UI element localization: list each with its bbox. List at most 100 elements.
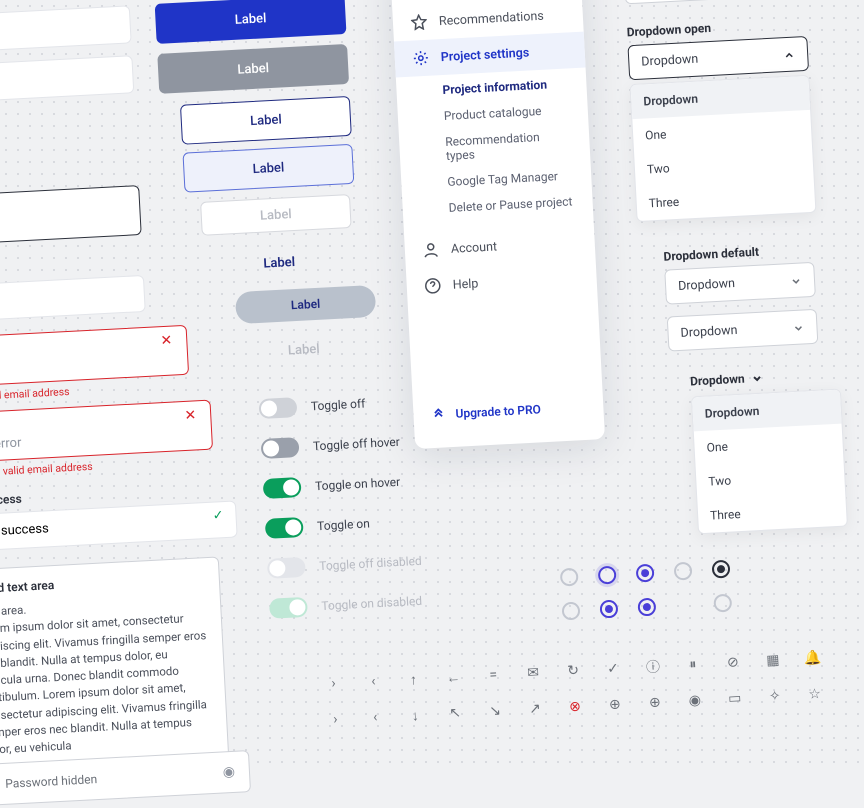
toggle-on[interactable] [265,517,304,539]
arrow-up-left-icon: ↖ [447,705,464,722]
dropdown[interactable]: Dropdown [623,0,805,4]
arrow-down-icon: ↓ [407,707,424,724]
toggle-off-disabled [267,557,306,579]
textarea-body: Text area. Lorem ipsum dolor sit amet, c… [0,592,214,759]
button-label: Label [252,160,284,177]
radio-selected[interactable] [599,600,618,619]
radio[interactable] [560,568,579,587]
bell-icon: 🔔 [804,650,821,667]
toggle-row: Toggle off [258,391,413,419]
clear-icon[interactable]: ✕ [160,333,173,350]
arrow-left-icon: ← [445,669,462,686]
info-icon: ⓘ [645,658,662,675]
dropdown-value: Dropdown [641,52,699,70]
dropdown-option[interactable]: Three [697,492,847,534]
arrow-up-icon: ↑ [405,671,422,688]
icon-grid: › ‹ ↑ ← = ✉ ↻ ✓ ⓘ ⏸ ⊘ ▦ 🔔 › ‹ ↓ ↖ ↘ ↗ ⊗ … [325,649,847,728]
map-icon: ▭ [726,690,743,707]
arrow-up-right-icon: ↗ [527,701,544,718]
button-slim[interactable]: Label [235,285,376,324]
toggle-off[interactable] [258,397,297,419]
toggle-label: Toggle on [317,516,370,533]
link-label[interactable]: Label [263,255,295,272]
gear-icon [412,50,429,67]
sidebar-label: Project settings [440,45,529,65]
radio[interactable] [562,602,581,621]
button-gray[interactable]: Label [157,44,349,94]
toggle-row: Toggle off disabled [267,551,422,579]
radio-selected[interactable] [636,564,655,583]
dropdown-value: Dropdown [678,276,736,294]
toggle-label: Toggle off hover [313,435,400,454]
sidebar-label: Account [450,239,497,256]
close-circle-icon: ⊗ [567,699,584,716]
dropdown-label: Dropdown open [626,16,806,39]
clear-icon[interactable]: ✕ [184,407,197,424]
mail-icon: ✉ [525,665,542,682]
button-outline[interactable]: Label [180,96,352,145]
sidebar-label: Help [452,276,478,292]
plus-circle-icon: ⊕ [647,694,664,711]
dropdown-open[interactable]: Dropdown [627,36,809,80]
toggle-on-hover[interactable] [263,477,302,499]
help-icon [424,277,441,294]
password-label: Password hidden [5,772,98,791]
input-field[interactable] [0,55,134,105]
compass-icon: ✧ [766,688,783,705]
check-icon: ✓ [212,508,224,524]
pause-icon: ⏸ [685,656,702,673]
arrow-down-right-icon: ↘ [487,703,504,720]
radio[interactable] [713,594,732,613]
chevron-down-icon [750,372,763,385]
field-value: Filled - success [0,521,49,541]
button-outline-light[interactable]: Label [182,144,354,193]
button-label: Label [234,11,266,28]
link-disabled: Label [288,342,320,359]
dropdown-label: Dropdown [690,372,745,389]
dropdown[interactable]: Dropdown [667,309,819,352]
toggle-row: Toggle off hover [261,431,416,459]
button-primary[interactable]: Label [155,0,347,44]
radio-selected[interactable] [712,560,731,579]
chevron-left-icon: ‹ [367,709,384,726]
input-field-success[interactable]: ✓ Filled - success [0,500,238,552]
chevron-up-icon [783,48,796,61]
chevron-left-icon: ‹ [365,673,382,690]
radio[interactable] [674,562,693,581]
equals-icon: = [485,667,502,684]
dropdown-panel: Dropdown One Two Three [630,75,817,222]
input-field[interactable]: ut field put field [0,185,142,247]
star-icon [411,14,428,31]
toggle-label: Toggle off disabled [319,554,422,573]
toggle-row: Toggle on disabled [269,591,424,619]
input-field[interactable]: nput field [0,275,146,324]
upgrade-label: Upgrade to PRO [455,402,541,420]
toggle-label: Toggle on disabled [321,594,422,613]
toggle-off-hover[interactable] [261,437,300,459]
button-disabled: Label [200,194,352,236]
star-icon: ☆ [806,686,823,703]
refresh-icon: ↻ [565,663,582,680]
radio-selected[interactable] [637,598,656,617]
chevron-right-icon: › [325,675,342,692]
check-icon: ✓ [605,661,622,678]
toggle-row: Toggle on [265,511,420,539]
eye-icon[interactable]: ◉ [222,764,235,781]
sidebar-menu: Dashboard Recommendations Project settin… [390,0,605,449]
eye-icon: ◉ [686,692,703,709]
textarea[interactable]: Filled text area Text area. Lorem ipsum … [0,556,229,773]
input-field[interactable] [0,5,132,55]
button-label: Label [250,112,282,129]
user-icon [422,241,439,258]
dropdown-inline[interactable]: Dropdown [690,367,841,389]
grid-icon: ▦ [764,652,781,669]
toggle-on-disabled [269,597,308,619]
button-label: Label [237,61,269,78]
toggle-label: Toggle off [311,397,366,414]
chevron-right-icon: › [327,711,344,728]
upgrade-link[interactable]: Upgrade to PRO [412,385,604,437]
textarea-label: Filled text area [0,570,205,596]
radio-hover[interactable] [598,566,617,585]
toggle-label: Toggle on hover [315,475,401,493]
button-label: Label [291,297,321,313]
